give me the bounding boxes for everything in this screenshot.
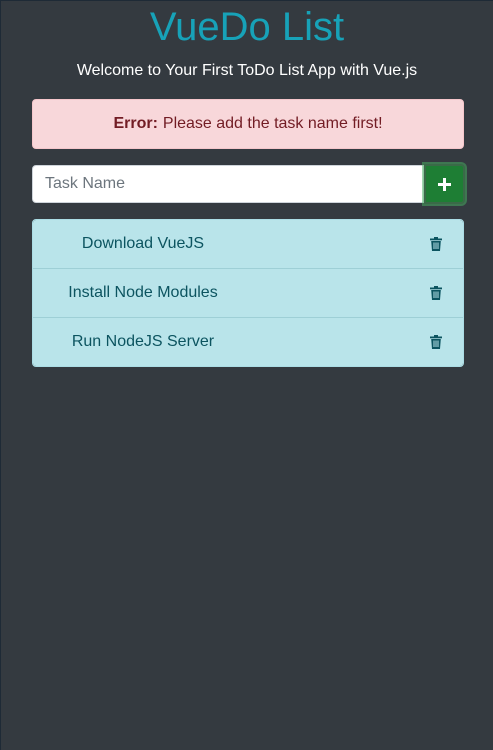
app-container: VueDo List Welcome to Your First ToDo Li… [1, 1, 493, 750]
trash-icon[interactable] [429, 334, 443, 350]
task-item: Download VueJS [33, 220, 463, 269]
task-name: Download VueJS [81, 235, 205, 252]
add-task-form [32, 164, 465, 204]
add-task-button[interactable] [424, 164, 465, 204]
task-name: Run NodeJS Server [71, 333, 215, 350]
alert-message: Please add the task name first! [162, 115, 383, 132]
page-subtitle: Welcome to Your First ToDo List App with… [76, 62, 418, 79]
page-title: VueDo List [149, 5, 345, 49]
task-item: Run NodeJS Server [33, 318, 463, 366]
task-name-input[interactable] [32, 165, 424, 203]
alert-label: Error: [113, 115, 158, 132]
trash-icon[interactable] [429, 236, 443, 252]
plus-icon [438, 177, 451, 191]
task-name: Install Node Modules [68, 284, 218, 301]
task-list: Download VueJS Install Node Modules Run … [32, 219, 464, 367]
error-alert: Error: Please add the task name first! [32, 99, 464, 149]
task-item: Install Node Modules [33, 269, 463, 318]
trash-icon[interactable] [429, 285, 443, 301]
